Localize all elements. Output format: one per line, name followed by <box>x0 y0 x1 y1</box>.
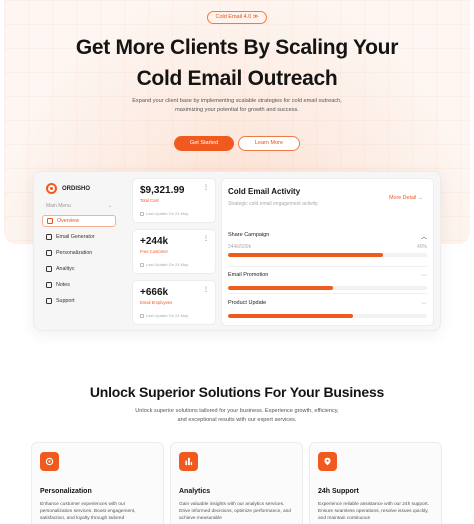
progress-bar <box>228 253 384 257</box>
chevron-down-icon: ⌄ <box>107 203 112 209</box>
kebab-menu-icon[interactable]: ⋮ <box>203 185 209 191</box>
stat-footer: Last Update On 24 May <box>140 262 188 267</box>
activity-row-percent: 40% <box>416 244 427 250</box>
chart-icon <box>46 266 52 272</box>
feature-title: Analytics <box>179 488 211 495</box>
user-icon-glyph <box>45 457 54 466</box>
menu-header-label: Main Menu <box>46 203 71 209</box>
brand-name: ORDISHO <box>62 185 91 192</box>
solutions-subtitle-line-1: Unlock superior solutions tailored for y… <box>135 408 339 414</box>
sidebar-item-label: Overview <box>57 218 80 224</box>
stat-footer-text: Last Update On 24 May <box>146 211 189 216</box>
mail-icon <box>46 234 52 240</box>
more-detail-link[interactable]: More Detail → <box>389 195 423 201</box>
sidebar-item-analityc[interactable]: Analityc <box>42 263 116 275</box>
user-icon <box>46 250 52 256</box>
logo-icon <box>46 183 57 194</box>
activity-row-label: Product Update <box>228 300 267 306</box>
get-started-button[interactable]: Get Started <box>174 136 234 151</box>
progress-track <box>228 314 427 318</box>
feature-description: Enhance customer experiences with our pe… <box>40 502 136 521</box>
feature-title: Personalization <box>40 488 92 495</box>
activity-row-count: 244k/500k <box>228 244 252 250</box>
menu-header[interactable]: Main Menu ⌄ <box>46 203 112 209</box>
divider <box>228 293 427 294</box>
solutions-subtitle: Unlock superior solutions tailored for y… <box>112 407 362 424</box>
progress-bar <box>228 314 354 318</box>
hero-subtitle-line-2: maximizing your potential for growth and… <box>175 106 299 113</box>
calendar-icon <box>140 262 144 267</box>
stat-footer-text: Last Update On 24 May <box>146 313 189 318</box>
stat-value: +244k <box>140 236 169 247</box>
feature-card-24h-support[interactable]: 24h Support Experience reliable assistan… <box>309 442 442 524</box>
stat-label: Free Customer <box>140 249 168 254</box>
stat-footer: Last Update On 24 May <box>140 313 188 318</box>
solutions-subtitle-line-2: and exceptional results with our expert … <box>177 416 297 423</box>
activity-row-email-promotion[interactable]: Email Promotion ﹀ <box>228 272 427 290</box>
chart-icon-glyph <box>185 457 193 466</box>
hero-title-line-1: Get More Clients By Scaling Your <box>75 36 399 59</box>
sidebar-item-label: Personalization <box>56 250 93 256</box>
stat-card-email-employees: +666k Email Employees Last Update On 24 … <box>132 280 216 325</box>
cold-email-activity-card: Cold Email Activity Strategic cold email… <box>221 178 434 326</box>
feature-description: Experience reliable assistance with our … <box>318 502 429 521</box>
progress-bar <box>228 286 334 290</box>
version-badge[interactable]: Cold Email 4.0 ≫ <box>207 11 267 24</box>
feature-card-analytics[interactable]: Analytics Gain valuable insights with ou… <box>170 442 303 524</box>
activity-row-label: Email Promotion <box>228 272 269 278</box>
user-icon <box>40 452 59 471</box>
hero-subtitle-line-1: Expand your client base by implementing … <box>132 98 342 104</box>
activity-title: Cold Email Activity <box>228 187 301 196</box>
sidebar-item-personalization[interactable]: Personalization <box>42 247 116 259</box>
sidebar-item-label: Analityc <box>56 266 75 272</box>
headset-icon <box>46 298 52 304</box>
chevron-down-icon[interactable]: ﹀ <box>421 272 427 281</box>
feature-description: Gain valuable insights with our analytic… <box>179 502 291 521</box>
feature-card-personalization[interactable]: Personalization Enhance customer experie… <box>31 442 164 524</box>
stat-label: Total Cost <box>140 198 159 203</box>
progress-track <box>228 286 427 290</box>
stat-footer: Last Update On 24 May <box>140 211 188 216</box>
sidebar-item-email-generator[interactable]: Email Generator <box>42 231 116 243</box>
hero-title-line-2: Cold Email Outreach <box>136 67 338 90</box>
activity-row-share-campaign[interactable]: Share Campaign ︿ 244k/500k 40% <box>228 232 427 257</box>
chevron-down-icon[interactable]: ﹀ <box>421 300 427 309</box>
sidebar-item-overview[interactable]: Overview <box>42 215 116 227</box>
sidebar-item-notes[interactable]: Notes <box>42 279 116 291</box>
chart-icon <box>179 452 198 471</box>
stat-label: Email Employees <box>140 300 173 305</box>
learn-more-button[interactable]: Learn More <box>238 136 300 151</box>
kebab-menu-icon[interactable]: ⋮ <box>203 287 209 293</box>
brand-logo[interactable]: ORDISHO <box>46 183 90 194</box>
divider <box>228 266 427 267</box>
feature-title: 24h Support <box>318 488 359 495</box>
hero-subtitle: Expand your client base by implementing … <box>107 97 367 114</box>
activity-row-product-update[interactable]: Product Update ﹀ <box>228 300 427 318</box>
dashboard-preview: ORDISHO Main Menu ⌄ Overview Email Gener… <box>33 171 441 331</box>
activity-subtitle: Strategic cold email engagement activity… <box>228 201 319 207</box>
chevron-up-icon[interactable]: ︿ <box>421 232 427 241</box>
sidebar-item-support[interactable]: Support <box>42 295 116 307</box>
stat-value: +666k <box>140 287 169 298</box>
home-icon <box>47 218 53 224</box>
stat-card-total-cost: $9,321.99 Total Cost Last Update On 24 M… <box>132 178 216 223</box>
calendar-icon <box>140 313 144 318</box>
stat-card-free-customer: +244k Free Customer Last Update On 24 Ma… <box>132 229 216 274</box>
kebab-menu-icon[interactable]: ⋮ <box>203 236 209 242</box>
location-icon-glyph <box>324 457 331 466</box>
sidebar-item-label: Notes <box>56 282 70 288</box>
stat-footer-text: Last Update On 24 May <box>146 262 189 267</box>
calendar-icon <box>140 211 144 216</box>
hero-title: Get More Clients By Scaling Your Cold Em… <box>0 32 474 94</box>
solutions-title: Unlock Superior Solutions For Your Busin… <box>89 384 385 400</box>
note-icon <box>46 282 52 288</box>
stat-value: $9,321.99 <box>140 185 185 196</box>
sidebar-item-label: Support <box>56 298 75 304</box>
sidebar-item-label: Email Generator <box>56 234 95 240</box>
progress-track <box>228 253 427 257</box>
activity-row-label: Share Campaign <box>228 232 270 238</box>
sidebar: ORDISHO Main Menu ⌄ Overview Email Gener… <box>40 178 116 326</box>
location-icon <box>318 452 337 471</box>
